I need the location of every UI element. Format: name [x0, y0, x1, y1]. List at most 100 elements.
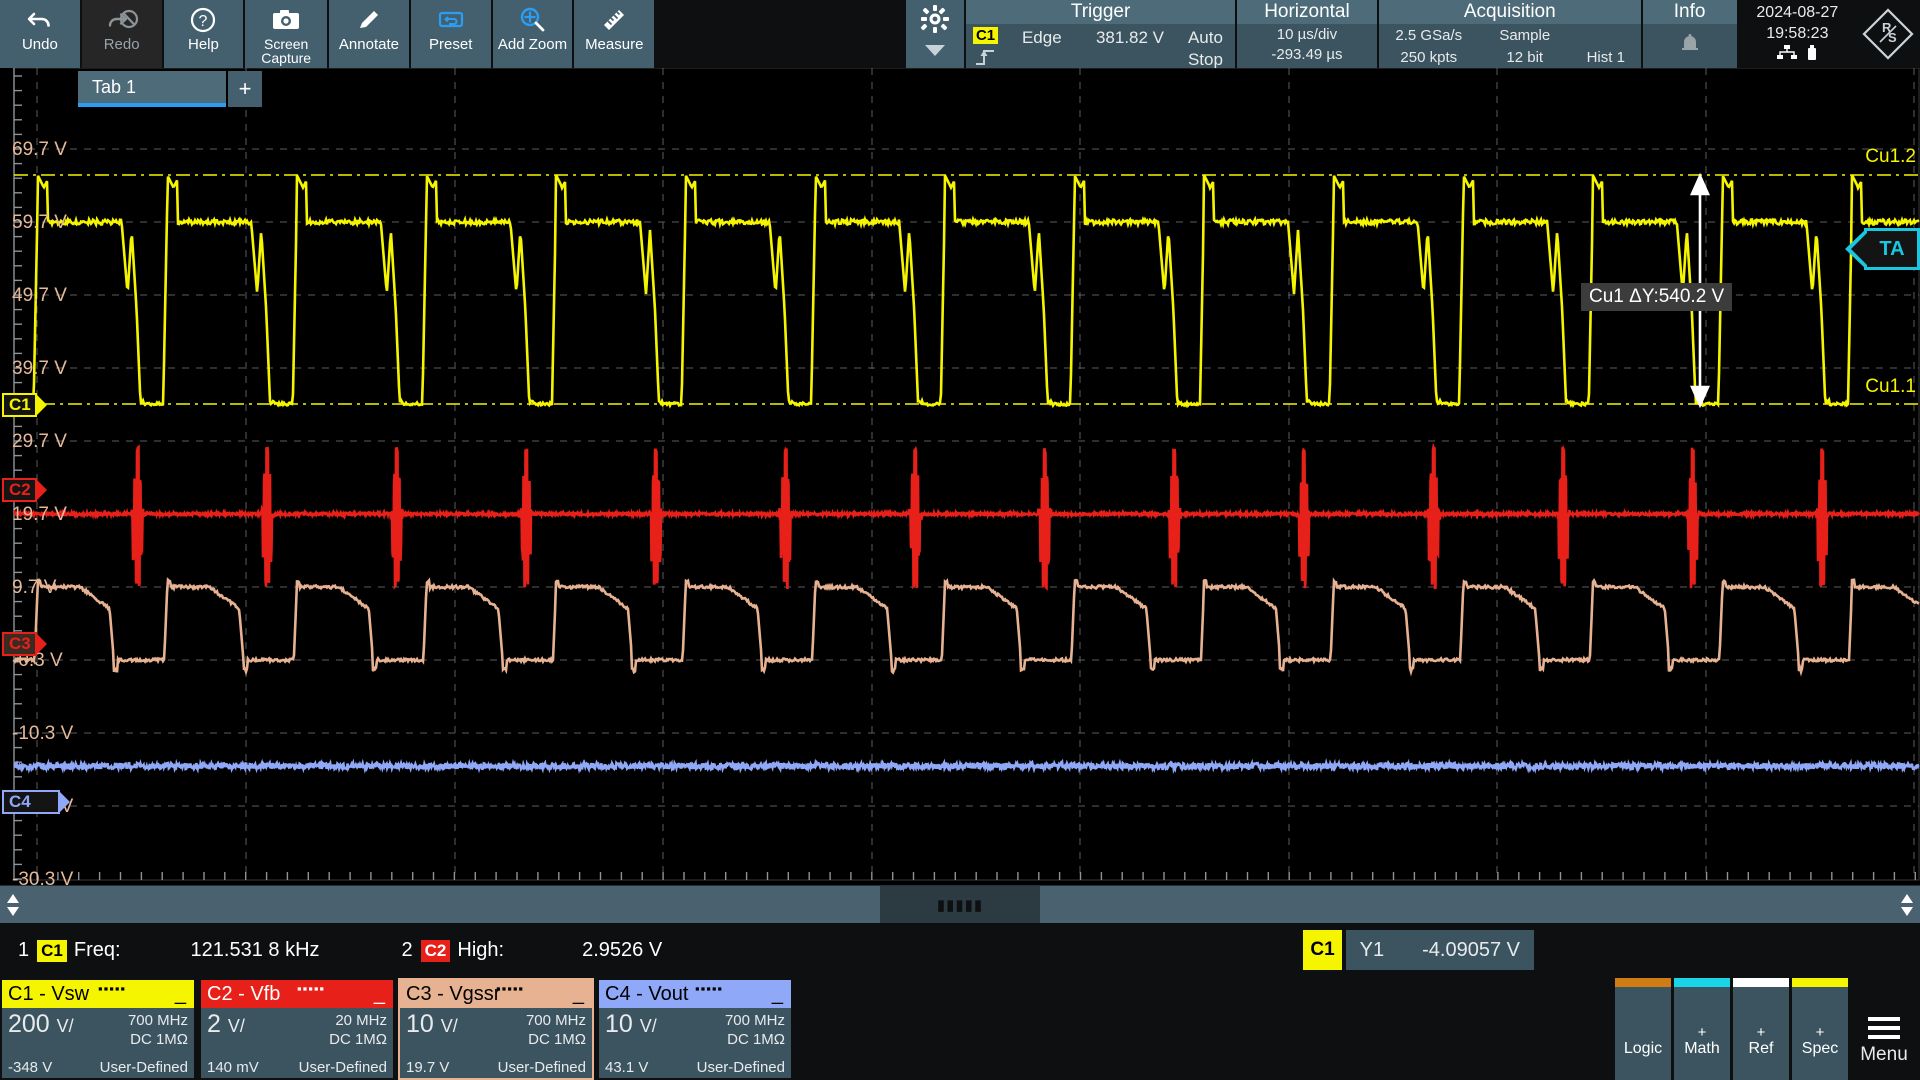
channel-c2-minimize[interactable]: _ [374, 983, 385, 1006]
channel-marker-c1-label: C1 [9, 395, 31, 415]
undo-icon [26, 5, 54, 35]
trigger-source-badge[interactable]: C1 [973, 27, 998, 44]
acq-resolution: 12 bit [1479, 49, 1571, 66]
channel-c4-probe: User-Defined [697, 1059, 785, 1076]
horizontal-scrollbar[interactable]: ▮▮▮▮▮ [0, 885, 1920, 923]
screen-capture-button[interactable]: Screen Capture [245, 0, 329, 68]
measurement-item-1[interactable]: 1 C1 Freq: 121.531 8 kHz [18, 939, 320, 962]
help-button[interactable]: ? Help [164, 0, 246, 68]
channel-c1-minimize[interactable]: _ [175, 983, 186, 1006]
channel-c2-name: C2 - Vfb [207, 983, 280, 1006]
trigger-panel[interactable]: Trigger C1 Edge 381.82 V Auto Stop [966, 0, 1237, 68]
channel-c4-right: 700 MHz DC 1MΩ [697, 1011, 785, 1054]
channel-c4-handle[interactable]: ▪▪▪▪▪ [695, 981, 723, 996]
math-plus: + [1698, 1026, 1707, 1040]
scroll-up-down-left[interactable] [0, 892, 26, 918]
channel-card-c2[interactable]: C2 - Vfb ▪▪▪▪▪ _ 2 V/ 20 MHz DC 1MΩ 140 … [199, 978, 395, 1080]
channel-marker-c4[interactable]: C4 [2, 790, 60, 814]
acquisition-title: Acquisition [1379, 0, 1641, 24]
channel-marker-c2-tip [35, 478, 47, 502]
measurement-2-name: High: [457, 939, 504, 962]
cursor-label-upper[interactable]: Cu1.2 [1865, 146, 1916, 168]
channel-c4-minimize[interactable]: _ [772, 983, 783, 1006]
channel-c4-header[interactable]: C4 - Vout ▪▪▪▪▪ _ [599, 980, 791, 1008]
y-label-10: -30.3 V [12, 870, 73, 885]
tab-bar[interactable]: Tab 1 + [78, 71, 262, 107]
acq-history: Hist 1 [1571, 49, 1641, 66]
channel-marker-c2[interactable]: C2 [2, 478, 37, 502]
math-color-cap [1674, 978, 1730, 987]
add-zoom-button[interactable]: Add Zoom [493, 0, 575, 68]
channel-marker-c1[interactable]: C1 [2, 393, 37, 417]
y-label-0: 69.7 V [12, 140, 67, 159]
channel-c2-header[interactable]: C2 - Vfb ▪▪▪▪▪ _ [201, 980, 393, 1008]
measure-button[interactable]: Measure [574, 0, 656, 68]
channel-c1-header[interactable]: C1 - Vsw ▪▪▪▪▪ _ [2, 980, 194, 1008]
channel-c1-probe: User-Defined [100, 1059, 188, 1076]
measurement-item-2[interactable]: 2 C2 High: 2.9526 V [402, 939, 663, 962]
channel-c2-bandwidth: 20 MHz [299, 1011, 387, 1030]
undo-button[interactable]: Undo [0, 0, 82, 68]
add-zoom-label: Add Zoom [498, 37, 567, 52]
measurement-1-index: 1 [18, 939, 29, 962]
preset-button[interactable]: Preset [411, 0, 493, 68]
settings-toggle[interactable] [906, 0, 966, 68]
logic-button[interactable]: Logic [1615, 978, 1671, 1080]
brand-logo: R S [1856, 0, 1920, 68]
clock-panel[interactable]: 2024-08-27 19:58:23 [1739, 0, 1857, 68]
spec-button[interactable]: + Spec [1792, 978, 1848, 1080]
channel-card-c4[interactable]: C4 - Vout ▪▪▪▪▪ _ 10 V/ 700 MHz DC 1MΩ 4… [597, 978, 793, 1080]
annotate-label: Annotate [339, 37, 399, 52]
channel-c3-handle[interactable]: ▪▪▪▪▪ [496, 981, 524, 996]
waveform-display[interactable]: Tab 1 + 69.7 V 59.7 V 49.7 V 39.7 V 29.7… [0, 68, 1920, 885]
info-panel[interactable]: Info [1643, 0, 1739, 68]
acq-points: 250 kpts [1379, 49, 1479, 66]
channel-c3-header[interactable]: C3 - Vgssr ▪▪▪▪▪ _ [400, 980, 592, 1008]
pencil-icon [356, 5, 382, 35]
channel-marker-c3-tip [35, 632, 47, 656]
ref-button[interactable]: + Ref [1733, 978, 1789, 1080]
logic-label: Logic [1624, 1040, 1662, 1058]
waveform-grid-and-traces [0, 68, 1920, 885]
measurement-bar[interactable]: 1 C1 Freq: 121.531 8 kHz 2 C2 High: 2.95… [0, 923, 1920, 978]
channel-c1-scale: 200 V/ [8, 1011, 100, 1039]
channel-card-c1[interactable]: C1 - Vsw ▪▪▪▪▪ _ 200 V/ 700 MHz DC 1MΩ -… [0, 978, 196, 1080]
tab-label: Tab 1 [92, 77, 136, 98]
channel-c4-offset: 43.1 V [605, 1059, 697, 1076]
channel-c3-scale: 10 V/ [406, 1011, 498, 1039]
bottom-right-toolbar[interactable]: Logic + Math + Ref + Spec Menu [1612, 978, 1920, 1080]
acquisition-panel[interactable]: Acquisition 2.5 GSa/s Sample 250 kpts 12 b… [1379, 0, 1643, 68]
zoom-in-icon [518, 5, 546, 35]
cursor-readout-panel[interactable]: C1 Y1 -4.09057 V [1303, 930, 1534, 970]
channel-marker-c3[interactable]: C3 [2, 632, 37, 656]
tab-item-1[interactable]: Tab 1 [78, 71, 226, 107]
horizontal-scale: 10 µs/div [1277, 25, 1337, 45]
chevron-down-icon[interactable] [923, 43, 947, 62]
y-label-8: -10.3 V [12, 724, 73, 743]
menu-label: Menu [1860, 1044, 1908, 1066]
channel-c1-right: 700 MHz DC 1MΩ [100, 1011, 188, 1054]
measurement-2-value: 2.9526 V [582, 939, 662, 962]
channel-marker-c4-tip [58, 790, 70, 814]
channel-c2-handle[interactable]: ▪▪▪▪▪ [297, 981, 325, 996]
toolbar-spacer [656, 0, 906, 68]
channel-c1-name: C1 - Vsw [8, 983, 89, 1006]
scrollbar-thumb[interactable]: ▮▮▮▮▮ [880, 886, 1040, 924]
trigger-position-marker[interactable]: TA [1864, 228, 1920, 270]
channel-c3-minimize[interactable]: _ [573, 983, 584, 1006]
cursor-label-lower[interactable]: Cu1.1 [1865, 376, 1916, 398]
bell-icon[interactable] [1643, 24, 1737, 68]
trigger-type: Edge [1022, 28, 1062, 48]
channel-card-c3[interactable]: C3 - Vgssr ▪▪▪▪▪ _ 10 V/ 700 MHz DC 1MΩ … [398, 978, 594, 1080]
logic-color-cap [1615, 978, 1671, 987]
channel-c1-offset: -348 V [8, 1059, 100, 1076]
horizontal-panel[interactable]: Horizontal 10 µs/div -293.49 µs [1237, 0, 1379, 68]
annotate-button[interactable]: Annotate [329, 0, 411, 68]
channel-marker-c2-label: C2 [9, 480, 31, 500]
math-button[interactable]: + Math [1674, 978, 1730, 1080]
redo-button[interactable]: Redo [82, 0, 164, 68]
menu-button[interactable]: Menu [1848, 978, 1920, 1080]
add-tab-button[interactable]: + [228, 71, 262, 107]
channel-c1-handle[interactable]: ▪▪▪▪▪ [98, 981, 126, 996]
scroll-up-down-right[interactable] [1894, 892, 1920, 918]
